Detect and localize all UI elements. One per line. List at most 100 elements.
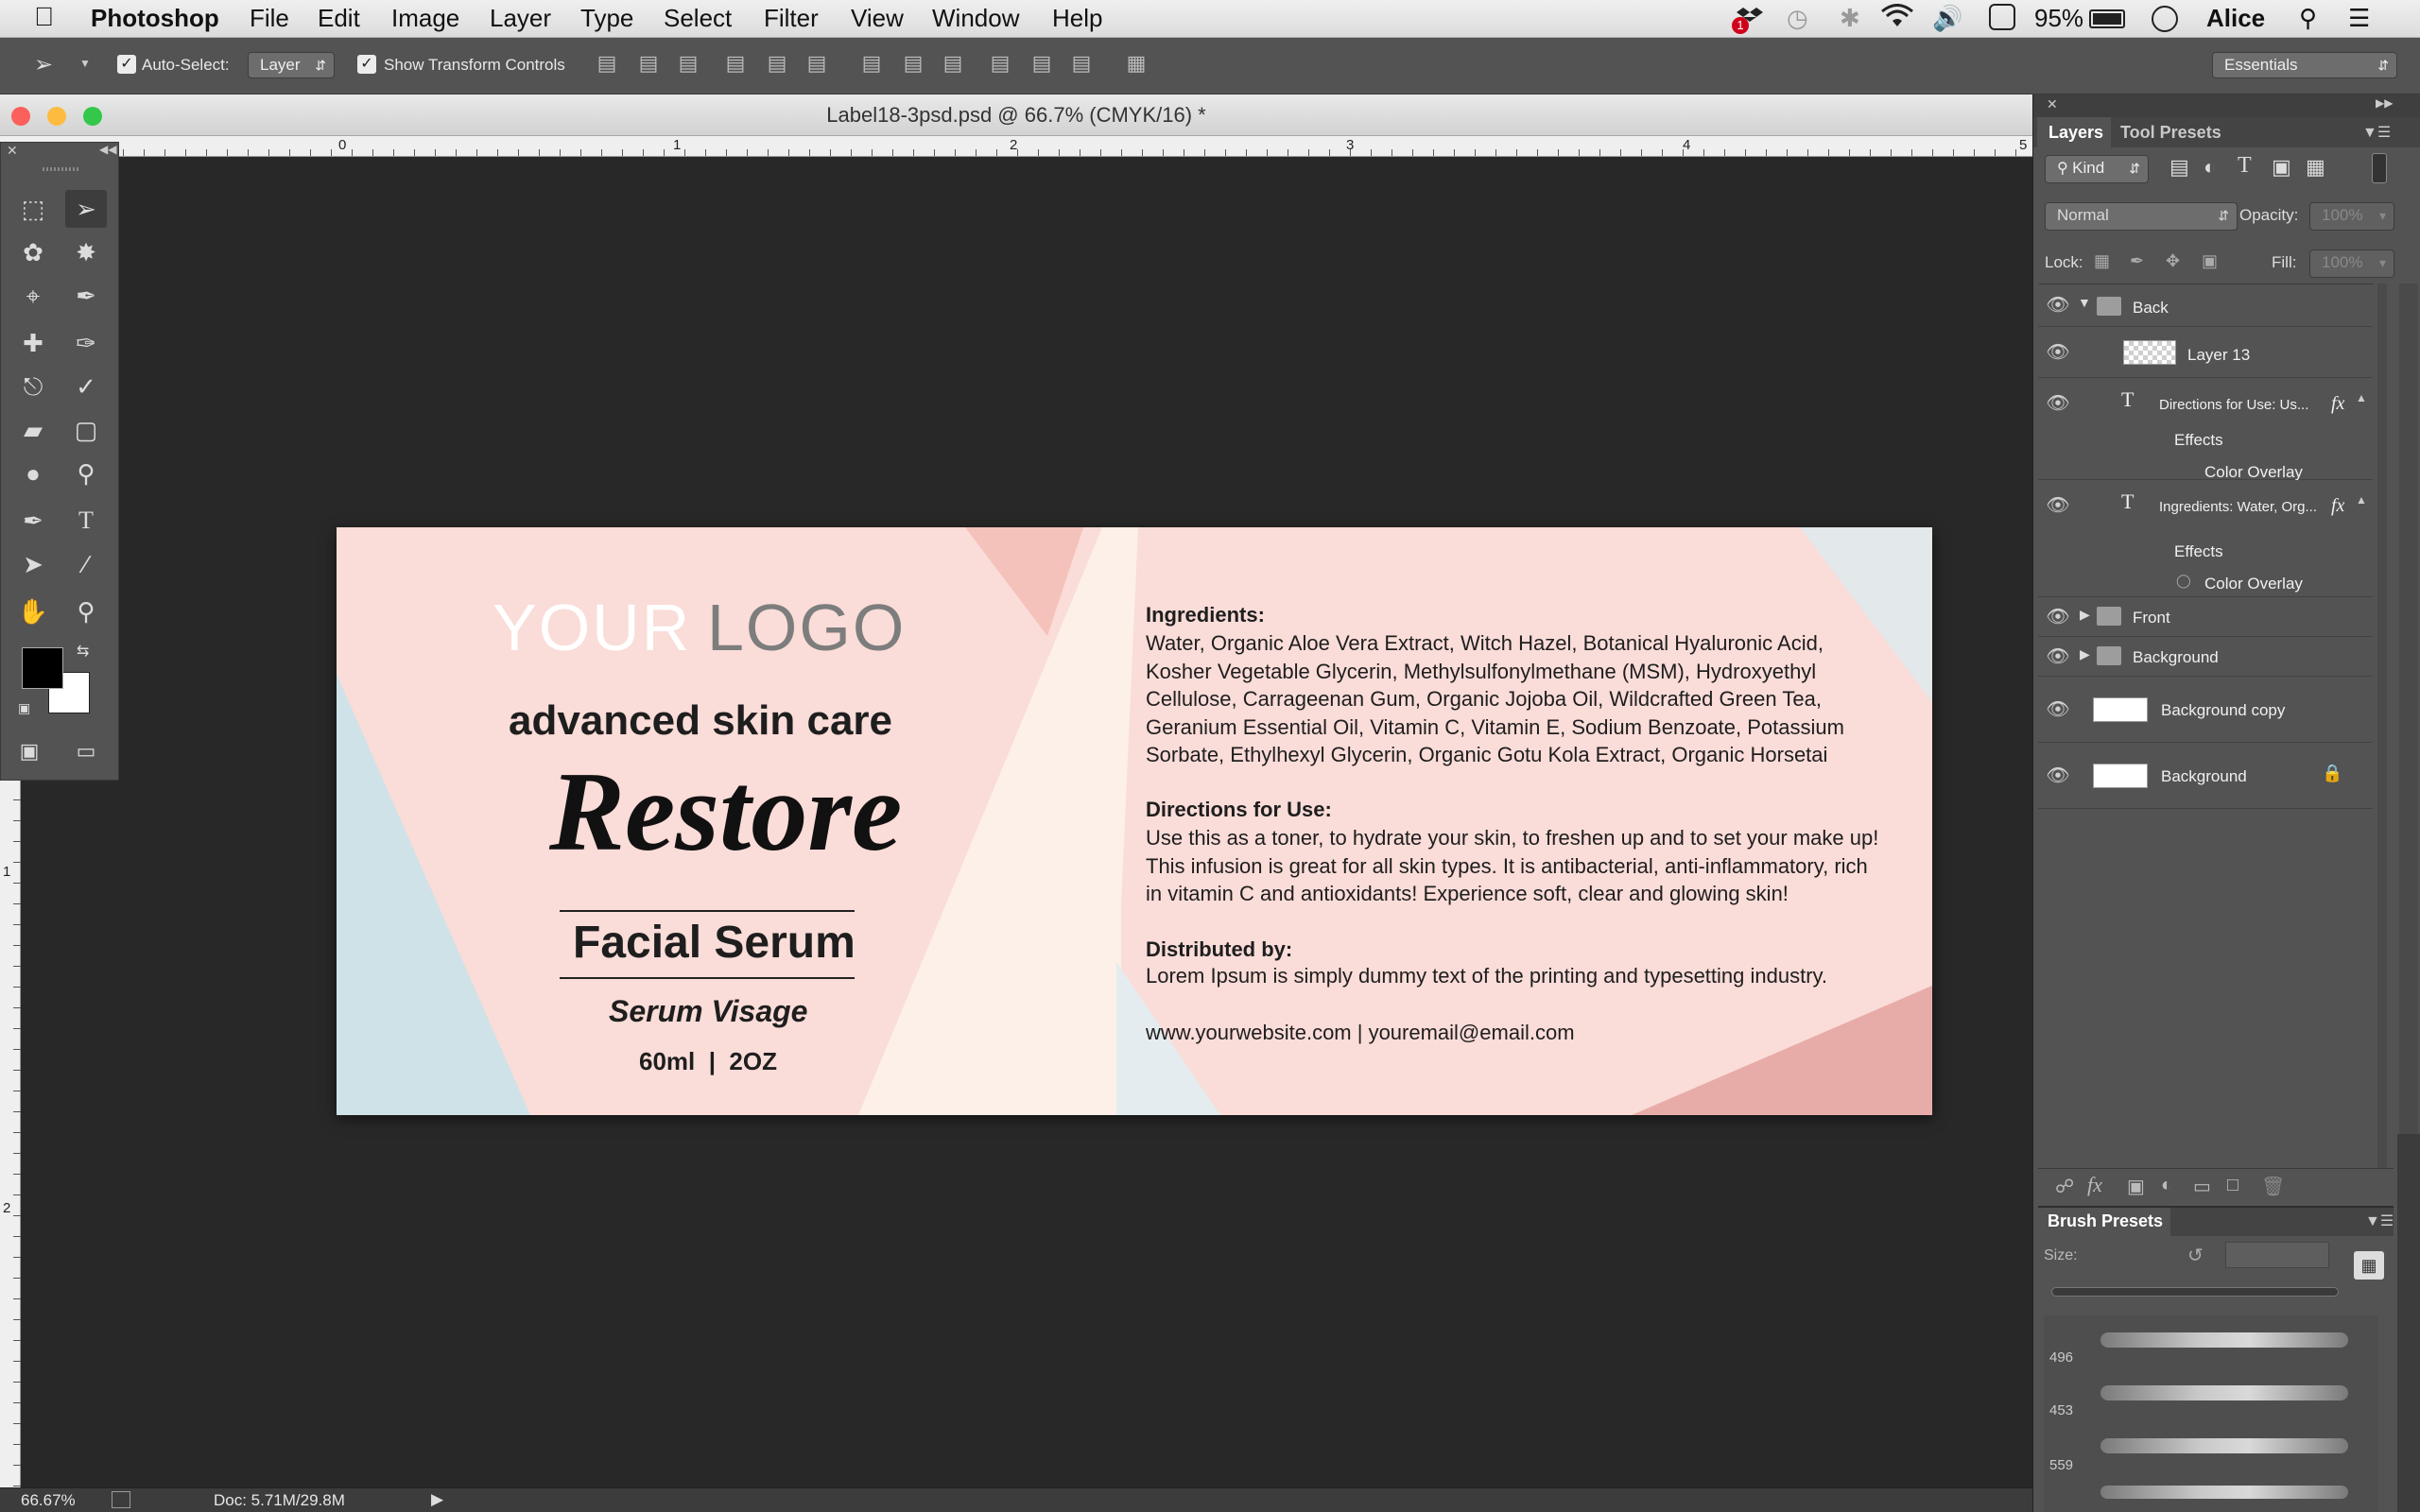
opacity-field[interactable]: 100% ▾ [2309, 202, 2394, 231]
clone-stamp-tool-icon[interactable]: ⎋ [12, 368, 54, 405]
menu-window[interactable]: Window [932, 4, 1019, 33]
preset-dropdown-arrow-icon[interactable]: ▼ [79, 57, 91, 70]
screen-mode-icon[interactable]: ▭ [65, 732, 107, 770]
new-layer-icon[interactable]: □ [2227, 1175, 2238, 1196]
apple-icon[interactable]:  [34, 2, 54, 32]
zoom-tool-icon[interactable]: ⚲ [65, 593, 107, 630]
lock-all-icon[interactable]: ▣ [2202, 251, 2218, 271]
collapse-panel-icon[interactable]: ▶▶ [2376, 96, 2393, 110]
layer-row-layer-13[interactable]: 👁 Layer 13 [2038, 327, 2373, 378]
battery-icon[interactable] [2089, 9, 2125, 28]
menu-image[interactable]: Image [391, 4, 459, 33]
filter-smart-object-icon[interactable]: ▦ [2306, 155, 2325, 180]
crop-tool-icon[interactable]: ⌖ [12, 277, 54, 315]
add-mask-icon[interactable]: ▣ [2127, 1175, 2145, 1198]
marquee-tool-icon[interactable]: ⬚ [12, 190, 54, 228]
auto-select-checkbox[interactable]: ✓ [117, 55, 136, 74]
align-top-icon[interactable]: ▤ [594, 51, 620, 79]
filter-shape-icon[interactable]: ▣ [2272, 155, 2291, 180]
sync-icon[interactable] [1989, 4, 2015, 30]
type-tool-icon[interactable]: T [65, 502, 107, 540]
visibility-eye-icon[interactable]: 👁 [2046, 293, 2070, 318]
group-expanded-arrow-icon[interactable]: ▼ [2078, 295, 2091, 310]
align-hcenter-icon[interactable]: ▤ [764, 51, 790, 79]
brush-tool-icon[interactable]: ✑ [65, 324, 107, 362]
auto-select-dropdown[interactable]: Layer ⇵ [248, 52, 335, 78]
zoom-window-button[interactable] [83, 107, 102, 126]
close-panel-icon[interactable]: ✕ [2047, 96, 2058, 112]
line-tool-icon[interactable]: ∕ [65, 545, 107, 583]
filter-kind-dropdown[interactable]: ⚲ Kind ⇵ [2045, 155, 2149, 183]
move-tool-preset-icon[interactable]: ➢ [34, 51, 53, 78]
menu-filter[interactable]: Filter [764, 4, 819, 33]
collapsed-dock-strip[interactable] [2397, 1134, 2420, 1512]
effects-collapse-icon[interactable]: ▲ [2356, 493, 2367, 507]
zoom-level[interactable]: 66.67% [21, 1491, 76, 1510]
notification-center-icon[interactable]: ☰ [2348, 4, 2370, 33]
effect-visibility-icon[interactable]: ◯ [2176, 573, 2191, 589]
distribute-top-icon[interactable]: ▤ [858, 51, 885, 79]
delete-layer-icon[interactable]: 🗑 [2261, 1175, 2285, 1198]
menu-type[interactable]: Type [580, 4, 633, 33]
user-name[interactable]: Alice [2206, 4, 2265, 33]
align-left-icon[interactable]: ▤ [722, 51, 749, 79]
size-slider[interactable] [2051, 1287, 2339, 1297]
hand-tool-icon[interactable]: ✋ [12, 593, 54, 630]
dodge-tool-icon[interactable]: ⚲ [65, 455, 107, 492]
auto-align-icon[interactable]: ▦ [1123, 51, 1150, 79]
path-selection-tool-icon[interactable]: ➤ [12, 545, 54, 583]
close-window-button[interactable] [11, 107, 30, 126]
menu-app-name[interactable]: Photoshop [91, 4, 219, 33]
brush-stroke-preview[interactable] [2100, 1332, 2348, 1348]
magic-wand-tool-icon[interactable]: ✸ [65, 233, 107, 271]
filter-pixel-icon[interactable]: ▤ [2169, 155, 2189, 180]
link-layers-icon[interactable]: ☍ [2055, 1175, 2074, 1198]
align-right-icon[interactable]: ▤ [804, 51, 830, 79]
lock-position-icon[interactable]: ✥ [2166, 251, 2180, 271]
distribute-left-icon[interactable]: ▤ [987, 51, 1013, 79]
gradient-tool-icon[interactable]: ▢ [65, 411, 107, 449]
do-not-disturb-icon[interactable] [2152, 6, 2178, 32]
collapse-panel-icon[interactable]: ◀◀ [99, 143, 116, 156]
quick-mask-icon[interactable]: ▣ [9, 732, 50, 770]
minimize-window-button[interactable] [47, 107, 66, 126]
group-collapsed-arrow-icon[interactable]: ▶ [2080, 646, 2090, 662]
move-tool-icon[interactable]: ➢ [65, 190, 107, 228]
brush-stroke-preview[interactable] [2100, 1385, 2348, 1400]
brush-stroke-preview[interactable] [2100, 1438, 2348, 1453]
workspace-dropdown[interactable]: Essentials ⇵ [2212, 52, 2397, 78]
tab-tool-presets[interactable]: Tool Presets [2120, 123, 2221, 143]
fx-icon[interactable]: fx [2331, 393, 2344, 415]
brush-options-icon[interactable]: ▦ [2354, 1251, 2384, 1280]
bluetooth-icon[interactable]: ✱ [1840, 4, 1860, 33]
panel-menu-icon[interactable]: ▼☰ [2365, 1211, 2394, 1230]
size-field[interactable] [2225, 1242, 2329, 1268]
menu-layer[interactable]: Layer [490, 4, 551, 33]
eraser-tool-icon[interactable]: ▰ [12, 411, 54, 449]
visibility-eye-icon[interactable]: 👁 [2046, 605, 2070, 629]
add-style-icon[interactable]: fx [2087, 1173, 2102, 1197]
export-icon[interactable] [112, 1491, 130, 1508]
menu-help[interactable]: Help [1052, 4, 1102, 33]
blend-mode-dropdown[interactable]: Normal ⇵ [2045, 202, 2238, 231]
align-vcenter-icon[interactable]: ▤ [635, 51, 662, 79]
layer-row-background-copy[interactable]: 👁 Background copy [2038, 677, 2373, 743]
align-bottom-icon[interactable]: ▤ [675, 51, 701, 79]
layers-scrollbar[interactable] [2377, 284, 2387, 1257]
lasso-tool-icon[interactable]: ✿ [12, 233, 54, 271]
swap-colors-icon[interactable]: ⇆ [77, 642, 89, 661]
document-title-bar[interactable]: Label18-3psd.psd @ 66.7% (CMYK/16) * [0, 94, 2032, 136]
filter-type-icon[interactable]: T [2238, 153, 2252, 179]
volume-icon[interactable]: 🔊 [1932, 4, 1962, 33]
pen-tool-icon[interactable]: ✒ [12, 502, 54, 540]
close-panel-icon[interactable]: ✕ [7, 143, 18, 159]
wifi-icon[interactable] [1881, 4, 1913, 37]
menu-edit[interactable]: Edit [318, 4, 360, 33]
history-brush-tool-icon[interactable]: ✓ [65, 368, 107, 405]
blur-tool-icon[interactable]: ● [12, 455, 54, 492]
distribute-bottom-icon[interactable]: ▤ [940, 51, 966, 79]
visibility-eye-icon[interactable]: 👁 [2046, 493, 2070, 518]
layer-row-ingredients-text[interactable]: 👁 T Ingredients: Water, Org... fx ▲ Effe… [2038, 480, 2373, 597]
new-group-icon[interactable]: ▭ [2193, 1175, 2211, 1198]
lock-transparent-icon[interactable]: ▦ [2094, 251, 2110, 271]
